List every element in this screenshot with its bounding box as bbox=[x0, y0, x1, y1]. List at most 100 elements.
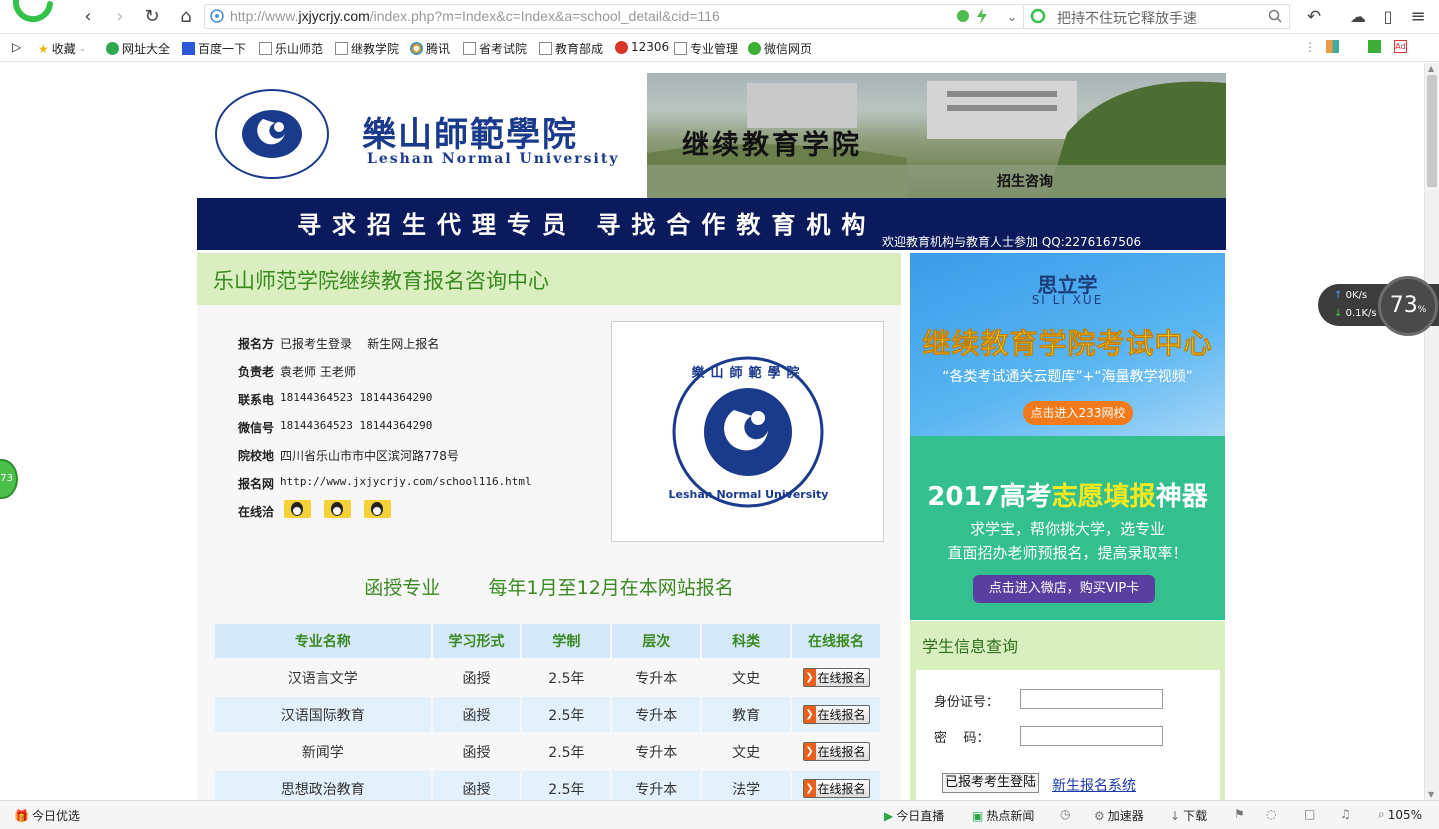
ad-enter-button[interactable]: 点击进入233网校 bbox=[1023, 401, 1133, 425]
menu-icon[interactable]: ≡ bbox=[1406, 5, 1430, 29]
flag-icon[interactable]: ⚑ bbox=[1234, 807, 1245, 821]
ad-line-1: 求学宝，帮你挑大学，选专业 bbox=[969, 520, 1165, 538]
phone-icon[interactable]: ▯ bbox=[1376, 5, 1400, 29]
accelerator-icon: ⚙ bbox=[1094, 808, 1105, 823]
table-row: 思想政治教育 函授 2.5年 专升本 法学 ❯ 在线报名 bbox=[215, 771, 880, 800]
col-level: 层次 bbox=[612, 624, 701, 658]
school-emblem-image bbox=[672, 356, 824, 508]
back-button[interactable]: ‹ bbox=[76, 5, 100, 29]
home-button[interactable]: ⌂ bbox=[174, 5, 198, 29]
bookmark-leshan[interactable]: 乐山师范 bbox=[259, 40, 323, 57]
bookmark-tencent[interactable]: 腾讯 bbox=[410, 40, 450, 57]
scrollbar-thumb[interactable] bbox=[1427, 75, 1437, 187]
scroll-up-icon[interactable]: ▲ bbox=[1428, 64, 1434, 73]
new-student-register-link[interactable]: 新生报名系统 bbox=[1052, 775, 1136, 795]
ad-gaokao[interactable]: 2017高考志愿填报神器 求学宝，帮你挑大学，选专业 直面招办老师预报名，提高录… bbox=[910, 436, 1225, 620]
reader-icon[interactable] bbox=[1368, 40, 1381, 53]
qq-chat-icon[interactable] bbox=[284, 499, 312, 518]
panel-title: 乐山师范学院继续教育报名咨询中心 bbox=[213, 269, 549, 293]
today-picks[interactable]: 🎁 今日优选 bbox=[14, 807, 80, 824]
info-row-register: 报名方 已报考生登录 新生网上报名 bbox=[238, 335, 440, 352]
browser-ie-icon[interactable]: ◌ bbox=[1266, 807, 1276, 821]
url-text: http://www.jxjycrjy.com/index.php?m=Inde… bbox=[230, 8, 720, 24]
ad-exam-center[interactable]: 思立学 SI LI XUE 继续教育学院考试中心 “各类考试通关云题库”+“海量… bbox=[910, 253, 1225, 436]
window-icon[interactable]: □ bbox=[1304, 807, 1315, 821]
news-icon: ▣ bbox=[972, 808, 984, 823]
school-name-cn: 樂山師範學院 bbox=[362, 115, 578, 155]
wechat-icon bbox=[748, 42, 761, 55]
table-row: 汉语国际教育 函授 2.5年 专升本 教育 ❯ 在线报名 bbox=[215, 697, 880, 732]
upload-arrow-icon: ↑ bbox=[1334, 290, 1343, 301]
col-duration: 学制 bbox=[522, 624, 611, 658]
password-label: 密 码： bbox=[934, 731, 990, 746]
reload-button[interactable]: ↻ bbox=[140, 5, 164, 29]
bookmark-exam-institute[interactable]: 省考试院 bbox=[463, 40, 527, 57]
bookmark-12306[interactable]: 12306 bbox=[615, 40, 669, 54]
register-links[interactable]: 已报考生登录 新生网上报名 bbox=[280, 335, 439, 352]
bookmark-nav-sites[interactable]: 网址大全 bbox=[106, 40, 170, 57]
school-logo-box: 樂山師範學院 Leshan Normal University bbox=[611, 321, 884, 542]
bookmark-major-mgmt[interactable]: 专业管理 bbox=[674, 40, 738, 57]
bookmark-baidu[interactable]: 百度一下 bbox=[182, 40, 246, 57]
browser-logo-icon[interactable] bbox=[8, 0, 56, 24]
lightning-icon[interactable] bbox=[976, 8, 988, 24]
today-live[interactable]: ▶ 今日直播 bbox=[884, 807, 944, 824]
school-seal-logo bbox=[215, 89, 329, 179]
scroll-down-icon[interactable]: ▼ bbox=[1428, 790, 1434, 799]
school-name-en: Leshan Normal University bbox=[367, 151, 620, 167]
memory-usage-circle[interactable]: 73% bbox=[1378, 276, 1438, 336]
star-icon: ★ bbox=[38, 41, 49, 56]
info-row-website: 报名网 http://www.jxjycrjy.com/school116.ht… bbox=[238, 475, 532, 491]
accelerator[interactable]: ⚙ 加速器 bbox=[1094, 807, 1144, 824]
online-register-button[interactable]: ❯ 在线报名 bbox=[802, 742, 870, 761]
ad-shop-button[interactable]: 点击进入微店，购买VIP卡 bbox=[973, 575, 1155, 603]
clock-icon[interactable]: ◷ bbox=[1060, 807, 1070, 821]
search-icon[interactable] bbox=[1268, 9, 1282, 23]
enroll-consult-text: 招生咨询 bbox=[997, 174, 1053, 190]
arrow-icon: ❯ bbox=[803, 706, 816, 723]
col-form: 学习形式 bbox=[432, 624, 521, 658]
college-title: 继续教育学院 bbox=[682, 130, 862, 161]
zoom-icon: ⌕ bbox=[1378, 807, 1385, 821]
cloud-icon[interactable]: ☁ bbox=[1346, 5, 1370, 29]
arrow-icon: ❯ bbox=[803, 780, 816, 797]
emblem-text-cn: 樂山師範學院 bbox=[691, 366, 806, 381]
id-number-input[interactable] bbox=[1020, 689, 1163, 709]
arrow-icon: ❯ bbox=[803, 743, 816, 760]
undo-icon[interactable]: ↶ bbox=[1302, 5, 1326, 29]
online-register-button[interactable]: ❯ 在线报名 bbox=[802, 705, 870, 724]
forward-button[interactable]: › bbox=[108, 5, 132, 29]
more-bookmarks-icon[interactable]: ⋮ bbox=[1304, 40, 1316, 54]
online-register-button[interactable]: ❯ 在线报名 bbox=[802, 668, 870, 687]
shield-icon[interactable] bbox=[956, 9, 970, 23]
vertical-scrollbar[interactable]: ▲ ▼ bbox=[1424, 63, 1439, 800]
bookmark-wechat[interactable]: 微信网页 bbox=[748, 40, 812, 57]
page-icon bbox=[335, 42, 348, 55]
zoom-level[interactable]: ⌕ 105% bbox=[1378, 807, 1422, 822]
url-dropdown-icon[interactable]: ⌄ bbox=[1000, 5, 1024, 29]
baidu-icon bbox=[182, 42, 195, 55]
adblock-icon[interactable]: Ad bbox=[1394, 40, 1407, 53]
bookmark-jijiao[interactable]: 继教学院 bbox=[335, 40, 399, 57]
qq-chat-icon[interactable] bbox=[364, 499, 392, 518]
search-engine-icon[interactable] bbox=[1030, 8, 1048, 24]
volume-icon[interactable]: ♫ bbox=[1340, 807, 1351, 821]
recruit-strip: 寻求招生代理专员 寻找合作教育机构 欢迎教育机构与教育人士参加 QQ:22761… bbox=[197, 198, 1226, 250]
emblem-text-en: Leshan Normal University bbox=[668, 488, 829, 501]
major-table: 专业名称 学习形式 学制 层次 科类 在线报名 汉语言文学 函授 2.5年 专升… bbox=[213, 622, 882, 800]
recruit-contact: 欢迎教育机构与教育人士参加 QQ:2276167506 bbox=[882, 235, 1142, 249]
apps-icon[interactable] bbox=[1326, 40, 1339, 53]
info-row-phone: 联系电 18144364523 18144364290 bbox=[238, 391, 433, 407]
qq-chat-icon[interactable] bbox=[324, 499, 352, 518]
sidebar-toggle-icon[interactable]: ▷ bbox=[12, 40, 21, 54]
info-row-address: 院校地 四川省乐山市市中区滨河路778号 bbox=[238, 449, 459, 463]
password-input[interactable] bbox=[1020, 726, 1163, 746]
bookmark-favorites[interactable]: ★ 收藏 ⌄ bbox=[38, 40, 86, 57]
registered-login-button[interactable]: 已报考考生登陆 bbox=[942, 773, 1040, 793]
downloads[interactable]: ↓ 下载 bbox=[1170, 807, 1207, 824]
bookmark-moe[interactable]: 教育部成 bbox=[539, 40, 603, 57]
student-query-panel: 学生信息查询 身份证号： 密 码： 已报考考生登陆 新生报名系统 bbox=[910, 621, 1225, 800]
globe-icon bbox=[106, 42, 119, 55]
online-register-button[interactable]: ❯ 在线报名 bbox=[802, 779, 870, 798]
hot-news[interactable]: ▣ 热点新闻 bbox=[972, 807, 1034, 824]
